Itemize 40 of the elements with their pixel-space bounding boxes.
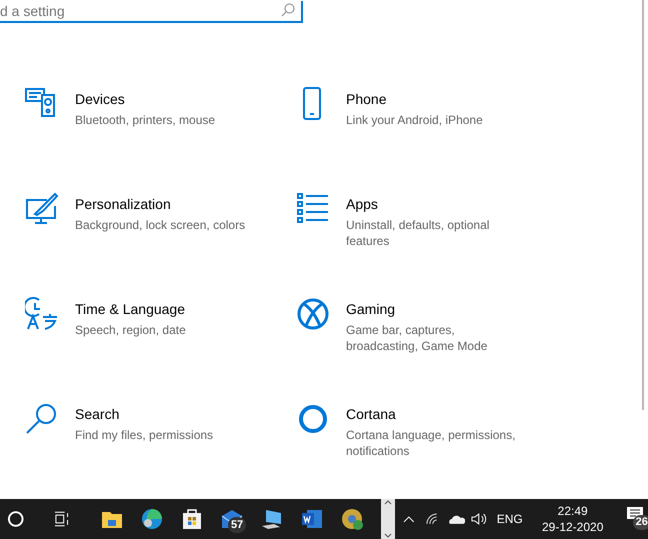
language-indicator[interactable]: ENG [496,510,523,528]
category-title[interactable]: Time & Language [75,300,250,318]
category-title[interactable]: Search [75,405,250,423]
category-title[interactable]: Gaming [346,300,521,318]
word-document-icon[interactable] [300,507,324,531]
swirl-icon[interactable] [140,507,164,531]
scrollbar[interactable] [642,0,644,410]
list-icon [296,192,330,226]
category-title[interactable]: Apps [346,195,521,213]
category-description: Uninstall, defaults, optional features [346,217,490,249]
taskbar-scroll[interactable] [380,499,395,539]
task-view-icon[interactable] [53,510,71,528]
category-description: Link your Android, iPhone [346,112,484,128]
browser-icon[interactable] [340,507,364,531]
category-description: Background, lock screen, colors [75,217,246,233]
unread-count-badge: 57 [228,517,246,533]
category-description: Speech, region, date [75,322,187,338]
cortana-ring-icon [296,402,330,436]
cortana-circle-icon[interactable] [7,510,24,528]
monitor-brush-icon [25,192,59,226]
clock[interactable]: 22:49 29-12-2020 [538,503,607,535]
clock-language-icon [25,297,59,331]
category-title[interactable]: Phone [346,90,521,108]
search-icon [25,402,59,436]
category-description: Cortana language, permissions, notifications [346,427,516,459]
category-description: Find my files, permissions [75,427,214,443]
category-description: Game bar, captures, broadcasting, Game Mode [346,322,488,354]
chevron-up-icon[interactable] [384,499,392,505]
notification-count-badge: 26 [632,515,648,530]
category-title[interactable]: Cortana [346,405,521,423]
speaker-icon[interactable] [471,512,489,526]
xbox-icon [296,297,330,331]
search-field[interactable]: d a setting [0,1,303,23]
chevron-down-icon[interactable] [384,533,392,539]
cloud-icon[interactable] [448,514,466,524]
search-icon[interactable] [281,3,295,17]
computer-icon[interactable] [260,507,284,531]
category-title[interactable]: Devices [75,90,250,108]
category-title[interactable]: Personalization [75,195,250,213]
category-description: Bluetooth, printers, mouse [75,112,216,128]
